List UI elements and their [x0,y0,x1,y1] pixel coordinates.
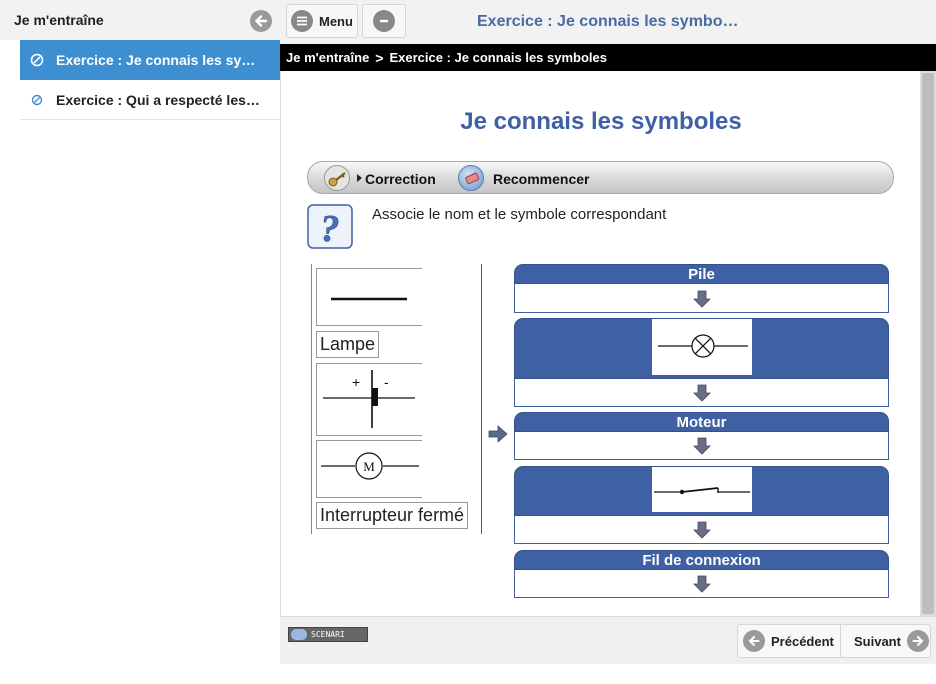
scrollbar-thumb[interactable] [922,73,934,614]
exercise-icon [30,53,44,67]
switch-closed-symbol-icon [654,487,750,495]
arrow-down-icon [693,575,711,598]
arrow-down-icon [693,437,711,460]
arrow-left-icon [254,15,268,27]
lamp-symbol-icon [658,334,748,358]
arrow-down-icon [693,521,711,544]
menu-icon [291,10,313,32]
previous-label: Précédent [771,633,834,649]
outline-item-je-connais-les-symboles[interactable]: Exercice : Je connais les symboles [20,40,280,80]
symbol-battery-card[interactable]: + - [316,363,422,436]
svg-text:?: ? [321,208,340,249]
exercise-toolbar: Correction Recommencer [307,161,894,194]
arrow-left-icon [743,630,765,652]
breadcrumb: Je m'entraîne > Exercice : Je connais le… [280,44,936,71]
collapse-button[interactable] [362,4,406,38]
exercise-icon [31,94,43,105]
correction-button[interactable]: Correction [365,171,436,187]
breadcrumb-separator-icon: > [375,49,384,66]
scenari-logo-icon [291,629,307,640]
outline-item-label: Exercice : Je connais les symboles [56,52,260,68]
collapse-outline-button[interactable] [250,10,272,32]
outline-item-label: Exercice : Qui a respecté les consignes [56,91,260,108]
symbol-wire-card[interactable] [316,268,422,326]
window-title: Exercice : Je connais les symbo… [477,13,739,30]
arrow-right-icon [906,630,929,652]
outline-item-qui-a-respecte[interactable]: Exercice : Qui a respecté les consignes [20,80,280,120]
top-bar: Menu Exercice : Je connais les symbo… [280,0,936,44]
source-column: Lampe + - M Interrupteur fermé [311,264,469,534]
motor-symbol-icon: M [321,452,419,480]
eraser-icon[interactable] [458,165,484,191]
next-label: Suivant [854,633,901,649]
column-divider [481,264,482,534]
target-header-moteur: Moteur [514,412,889,432]
minus-icon [373,10,395,32]
page-title: Je connais les symboles [460,108,742,135]
play-arrow-icon [357,174,362,182]
scenari-logo-text: SCENARI [311,630,345,639]
question-icon: ? [307,204,353,250]
switch-symbol-image [652,467,752,512]
arrow-right-icon [488,425,508,448]
motor-letter: M [363,459,375,474]
breadcrumb-item-section[interactable]: Je m'entraîne [286,50,369,65]
outline-panel: Je m'entraîne Exercice : Je connais les … [0,0,280,684]
vertical-scrollbar[interactable] [920,71,936,616]
outline-header: Je m'entraîne [0,0,280,40]
wire-symbol-icon [331,297,407,301]
battery-plus-label: + [352,374,360,390]
battery-symbol-icon: + - [323,370,415,428]
arrow-down-icon [693,384,711,407]
lamp-symbol-image [652,319,752,375]
bottom-strip [280,664,936,684]
footer-bar: SCENARI Précédent Suivant [280,616,936,664]
main-content: Je connais les symboles Correction Recom… [280,71,920,616]
target-header-lamp-symbol [514,318,889,379]
restart-button[interactable]: Recommencer [493,171,590,187]
scenari-logo[interactable]: SCENARI [288,627,368,642]
menu-label: Menu [319,13,353,29]
battery-minus-label: - [384,374,389,390]
target-header-pile: Pile [514,264,889,284]
label-interrupteur-ferme[interactable]: Interrupteur fermé [316,502,469,529]
instruction-text: Associe le nom et le symbole corresponda… [372,206,667,223]
breadcrumb-item-current: Exercice : Je connais les symboles [389,50,607,65]
target-header-fil-de-connexion: Fil de connexion [514,550,889,570]
menu-button[interactable]: Menu [286,4,358,38]
target-header-switch-symbol [514,466,889,516]
key-icon[interactable] [324,165,350,191]
next-button[interactable]: Suivant [841,624,931,658]
outline-title: Je m'entraîne [14,12,104,28]
label-lampe[interactable]: Lampe [316,331,380,358]
arrow-down-icon [693,290,711,313]
previous-button[interactable]: Précédent [737,624,841,658]
symbol-motor-card[interactable]: M [316,440,422,498]
